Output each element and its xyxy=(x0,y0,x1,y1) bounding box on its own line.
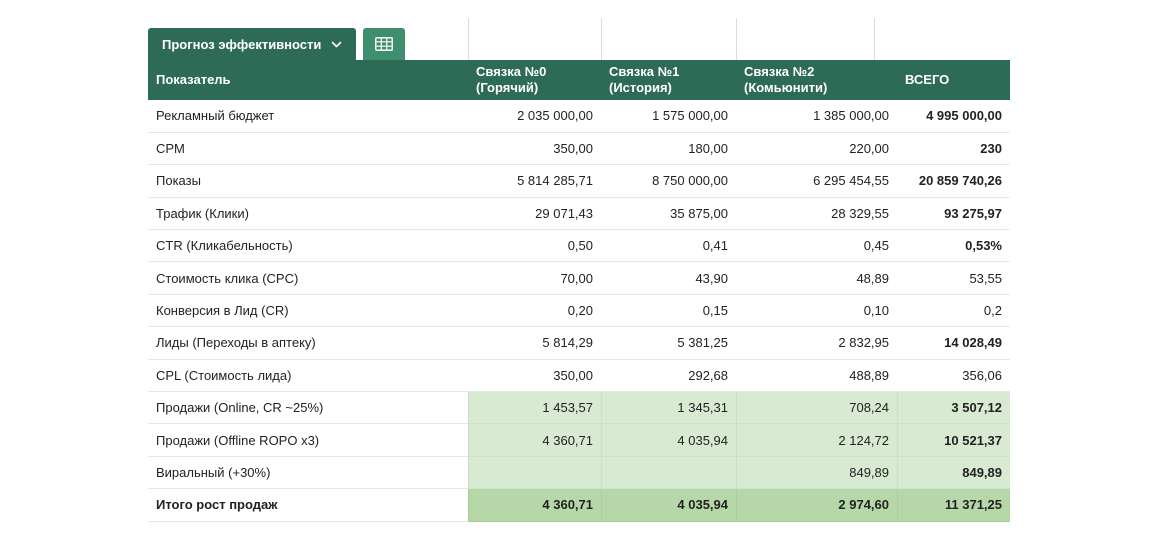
column-header: Связка №0 (Горячий) xyxy=(468,60,601,100)
row-label: Лиды (Переходы в аптеку) xyxy=(148,327,468,359)
cell-total: 53,55 xyxy=(897,262,1010,294)
table-row: CTR (Кликабельность)0,500,410,450,53% xyxy=(148,230,1010,262)
column-header: Связка №2 (Комьюнити) xyxy=(736,60,897,100)
cell-total: 20 859 740,26 xyxy=(897,165,1010,197)
table-row: Продажи (Offline ROPO x3)4 360,714 035,9… xyxy=(148,424,1010,456)
cell-value: 0,10 xyxy=(736,294,897,326)
cell-value: 4 035,94 xyxy=(601,489,736,521)
table-row: CPL (Стоимость лида)350,00292,68488,8935… xyxy=(148,359,1010,391)
table-row: Лиды (Переходы в аптеку)5 814,295 381,25… xyxy=(148,327,1010,359)
cell-value: 1 385 000,00 xyxy=(736,100,897,132)
cell-value: 43,90 xyxy=(601,262,736,294)
cell-total: 11 371,25 xyxy=(897,489,1010,521)
row-label: Конверсия в Лид (CR) xyxy=(148,294,468,326)
cell-value: 48,89 xyxy=(736,262,897,294)
cell-value: 2 035 000,00 xyxy=(468,100,601,132)
column-header: Связка №1 (История) xyxy=(601,60,736,100)
row-label: Виральный (+30%) xyxy=(148,456,468,488)
cell-value: 350,00 xyxy=(468,359,601,391)
cell-value: 29 071,43 xyxy=(468,197,601,229)
cell-value: 0,50 xyxy=(468,230,601,262)
cell-value: 180,00 xyxy=(601,132,736,164)
cell-total: 356,06 xyxy=(897,359,1010,391)
cell-value: 5 814 285,71 xyxy=(468,165,601,197)
table-body: Рекламный бюджет2 035 000,001 575 000,00… xyxy=(148,100,1010,521)
table-options-button[interactable] xyxy=(363,28,405,60)
cell-value xyxy=(468,456,601,488)
cell-total: 14 028,49 xyxy=(897,327,1010,359)
row-label: Трафик (Клики) xyxy=(148,197,468,229)
tab-label: Прогноз эффективности xyxy=(162,37,321,52)
cell-value: 0,45 xyxy=(736,230,897,262)
forecast-tab[interactable]: Прогноз эффективности xyxy=(148,28,356,60)
cell-value: 220,00 xyxy=(736,132,897,164)
cell-value xyxy=(601,456,736,488)
table-grid-icon xyxy=(375,37,393,51)
table-header-row: ПоказательСвязка №0 (Горячий)Связка №1 (… xyxy=(148,60,1010,100)
cell-value: 0,15 xyxy=(601,294,736,326)
table-row: Конверсия в Лид (CR)0,200,150,100,2 xyxy=(148,294,1010,326)
cell-value: 28 329,55 xyxy=(736,197,897,229)
metrics-table: ПоказательСвязка №0 (Горячий)Связка №1 (… xyxy=(148,60,1010,522)
table-row: Продажи (Online, CR ~25%)1 453,571 345,3… xyxy=(148,392,1010,424)
row-label: CPM xyxy=(148,132,468,164)
widget-tab-bar: Прогноз эффективности xyxy=(148,28,1010,60)
cell-value: 2 832,95 xyxy=(736,327,897,359)
cell-value: 1 453,57 xyxy=(468,392,601,424)
row-label: CTR (Кликабельность) xyxy=(148,230,468,262)
cell-total: 0,53% xyxy=(897,230,1010,262)
cell-value: 350,00 xyxy=(468,132,601,164)
cell-total: 93 275,97 xyxy=(897,197,1010,229)
table-row: Рекламный бюджет2 035 000,001 575 000,00… xyxy=(148,100,1010,132)
cell-value: 4 360,71 xyxy=(468,489,601,521)
cell-value: 4 035,94 xyxy=(601,424,736,456)
cell-value: 708,24 xyxy=(736,392,897,424)
table-widget: Прогноз эффективности xyxy=(148,28,1010,522)
row-label: Стоимость клика (CPC) xyxy=(148,262,468,294)
row-label: Продажи (Offline ROPO x3) xyxy=(148,424,468,456)
row-label: Итого рост продаж xyxy=(148,489,468,521)
column-header: ВСЕГО xyxy=(897,60,1010,100)
cell-value: 1 575 000,00 xyxy=(601,100,736,132)
table-row: Стоимость клика (CPC)70,0043,9048,8953,5… xyxy=(148,262,1010,294)
cell-value: 8 750 000,00 xyxy=(601,165,736,197)
column-header: Показатель xyxy=(148,60,468,100)
chevron-down-icon xyxy=(331,41,342,48)
row-label: Рекламный бюджет xyxy=(148,100,468,132)
cell-value: 0,20 xyxy=(468,294,601,326)
cell-value: 4 360,71 xyxy=(468,424,601,456)
row-label: Показы xyxy=(148,165,468,197)
cell-value: 0,41 xyxy=(601,230,736,262)
table-row: Итого рост продаж4 360,714 035,942 974,6… xyxy=(148,489,1010,521)
table-row: Виральный (+30%) 849,89849,89 xyxy=(148,456,1010,488)
spreadsheet-canvas: { "widget": { "tab": { "label": "Прогноз… xyxy=(0,0,1155,544)
cell-total: 4 995 000,00 xyxy=(897,100,1010,132)
row-label: Продажи (Online, CR ~25%) xyxy=(148,392,468,424)
cell-total: 849,89 xyxy=(897,456,1010,488)
cell-value: 849,89 xyxy=(736,456,897,488)
cell-value: 6 295 454,55 xyxy=(736,165,897,197)
table-row: Показы5 814 285,718 750 000,006 295 454,… xyxy=(148,165,1010,197)
cell-total: 10 521,37 xyxy=(897,424,1010,456)
cell-value: 70,00 xyxy=(468,262,601,294)
cell-value: 35 875,00 xyxy=(601,197,736,229)
cell-value: 2 974,60 xyxy=(736,489,897,521)
cell-value: 488,89 xyxy=(736,359,897,391)
cell-value: 1 345,31 xyxy=(601,392,736,424)
table-row: Трафик (Клики)29 071,4335 875,0028 329,5… xyxy=(148,197,1010,229)
cell-total: 0,2 xyxy=(897,294,1010,326)
cell-total: 230 xyxy=(897,132,1010,164)
cell-total: 3 507,12 xyxy=(897,392,1010,424)
cell-value: 2 124,72 xyxy=(736,424,897,456)
row-label: CPL (Стоимость лида) xyxy=(148,359,468,391)
cell-value: 292,68 xyxy=(601,359,736,391)
table-row: CPM350,00180,00220,00230 xyxy=(148,132,1010,164)
cell-value: 5 814,29 xyxy=(468,327,601,359)
cell-value: 5 381,25 xyxy=(601,327,736,359)
